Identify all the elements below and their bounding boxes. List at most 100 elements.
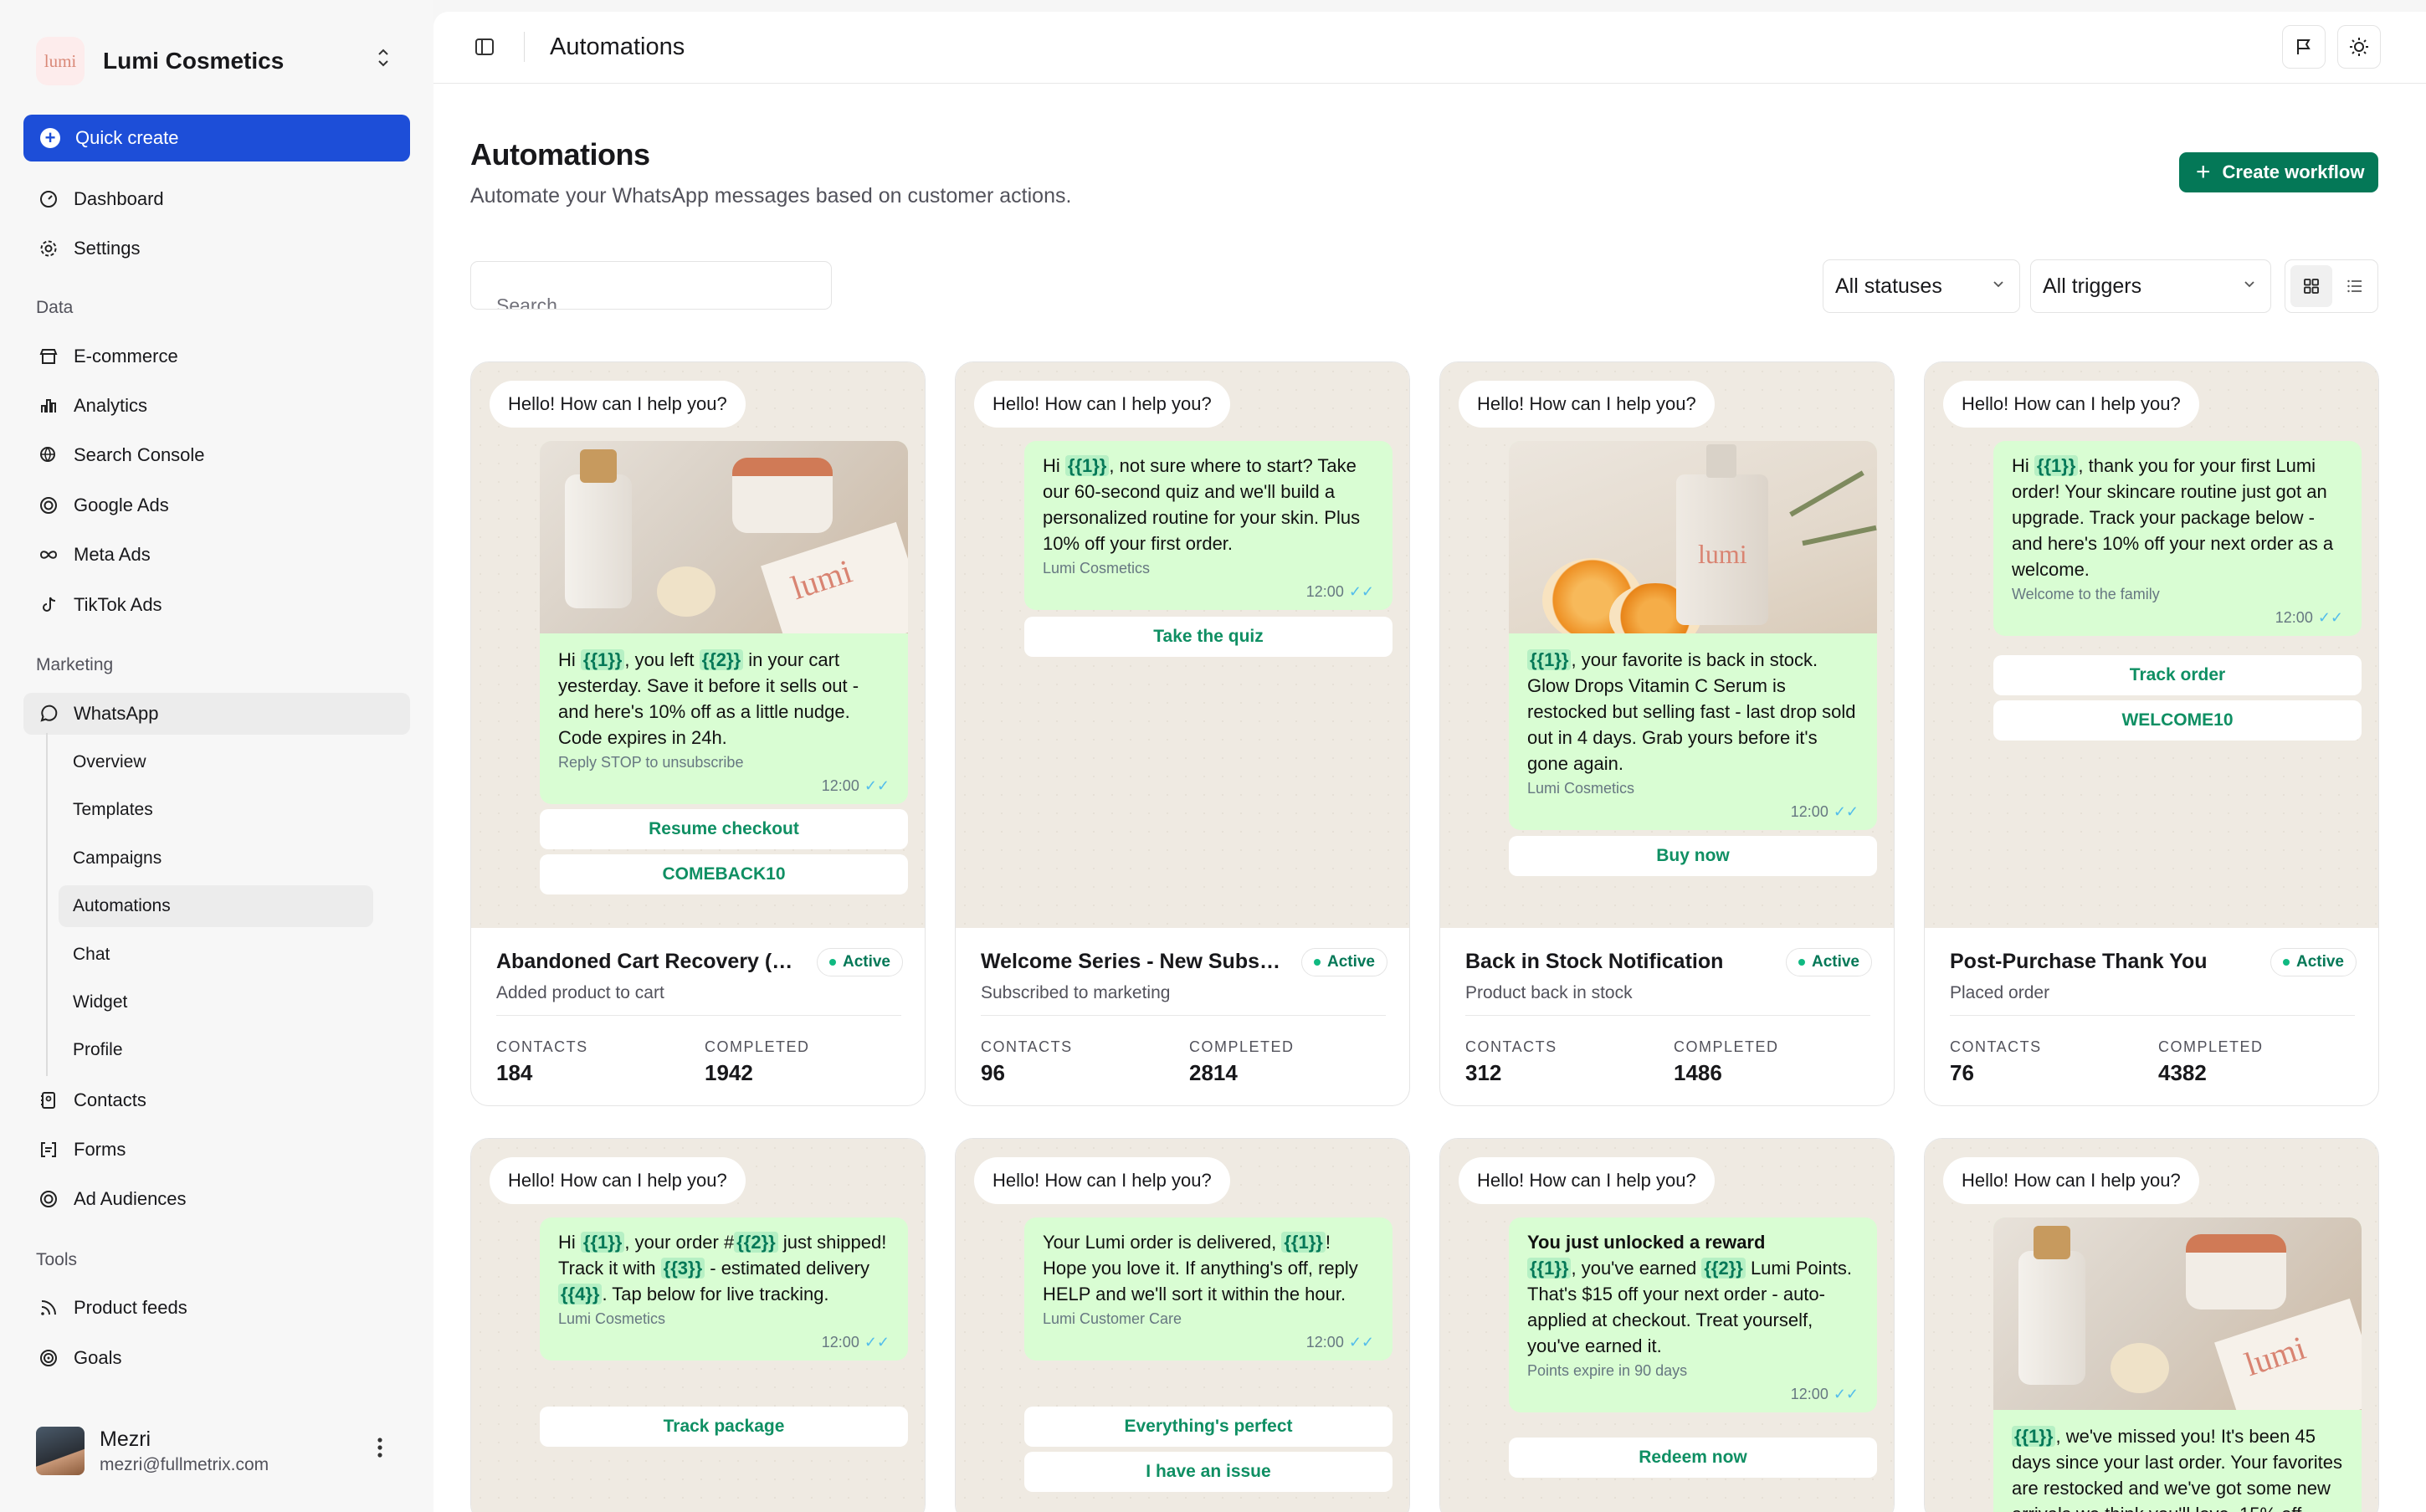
cta-button[interactable]: Redeem now bbox=[1509, 1438, 1877, 1478]
list-view-button[interactable] bbox=[2336, 265, 2374, 307]
card-title: Welcome Series - New Subsc... bbox=[981, 950, 1282, 973]
message-header: You just unlocked a reward bbox=[1527, 1232, 1766, 1253]
message-bubble: You just unlocked a reward {{1}}, you've… bbox=[1509, 1217, 1877, 1412]
status-filter-select[interactable]: All statuses bbox=[1823, 259, 2020, 313]
dashboard-icon bbox=[37, 187, 60, 211]
nav-analytics[interactable]: Analytics bbox=[23, 385, 410, 427]
music-note-icon bbox=[37, 593, 60, 617]
nav-label: Dashboard bbox=[74, 188, 164, 209]
message-text: {{1}}, your favorite is back in stock. G… bbox=[1527, 649, 1856, 774]
contacts-value: 76 bbox=[1950, 1060, 1974, 1085]
automation-card[interactable]: Hello! How can I help you? You just unlo… bbox=[1439, 1138, 1895, 1512]
cta-button[interactable]: Track package bbox=[540, 1407, 908, 1447]
subnav-chat[interactable]: Chat bbox=[59, 934, 373, 976]
coupon-button[interactable]: COMEBACK10 bbox=[540, 854, 908, 894]
brand-name: Lumi Cosmetics bbox=[103, 48, 285, 74]
automation-card[interactable]: Hello! How can I help you? lumi {{1}}, y… bbox=[1439, 361, 1895, 1106]
nav-label: WhatsApp bbox=[74, 703, 159, 724]
sidebar-toggle-icon[interactable] bbox=[474, 37, 495, 57]
nav-tiktok-ads[interactable]: TikTok Ads bbox=[23, 584, 410, 626]
feedback-button[interactable] bbox=[2282, 25, 2326, 69]
contacts-label: CONTACTS bbox=[496, 1038, 588, 1055]
nav-label: Analytics bbox=[74, 395, 148, 416]
message-footer: Lumi Customer Care bbox=[1043, 1310, 1182, 1327]
status-badge: Active bbox=[2270, 948, 2357, 976]
message-time: 12:00 ✓✓ bbox=[2275, 609, 2343, 626]
product-image: lumi bbox=[1993, 1217, 2362, 1410]
topbar-title: Automations bbox=[550, 33, 685, 60]
quick-create-button[interactable]: + Quick create bbox=[23, 115, 410, 161]
card-trigger: Product back in stock bbox=[1465, 983, 1633, 1002]
completed-label: COMPLETED bbox=[1189, 1038, 1295, 1055]
subnav-label: Automations bbox=[73, 896, 171, 915]
theme-toggle-button[interactable] bbox=[2337, 25, 2381, 69]
form-icon bbox=[37, 1138, 60, 1161]
automation-card[interactable]: Hello! How can I help you? Hi {{1}}, tha… bbox=[1924, 361, 2379, 1106]
cta-button[interactable]: Track order bbox=[1993, 655, 2362, 695]
top-bar: Automations bbox=[433, 12, 2426, 84]
cta-button[interactable]: Buy now bbox=[1509, 836, 1877, 876]
subnav-templates[interactable]: Templates bbox=[59, 789, 373, 831]
trigger-filter-select[interactable]: All triggers bbox=[2030, 259, 2271, 313]
nav-whatsapp[interactable]: WhatsApp bbox=[23, 693, 410, 735]
search-input[interactable]: Search... bbox=[470, 261, 832, 310]
nav-label: Google Ads bbox=[74, 495, 169, 515]
cta-button[interactable]: Take the quiz bbox=[1024, 617, 1393, 657]
automation-card[interactable]: Hello! How can I help you? Hi {{1}}, you… bbox=[470, 1138, 926, 1512]
chevron-down-icon bbox=[2244, 281, 2254, 288]
nav-dashboard[interactable]: Dashboard bbox=[23, 178, 410, 220]
status-badge: Active bbox=[1300, 948, 1387, 976]
card-title: Abandoned Cart Recovery (2... bbox=[496, 950, 798, 973]
grid-icon bbox=[2304, 279, 2319, 294]
message-text: Hi {{1}}, your order # {{2}} just shipped… bbox=[558, 1232, 887, 1304]
subnav-widget[interactable]: Widget bbox=[59, 982, 373, 1023]
coupon-button[interactable]: WELCOME10 bbox=[1993, 700, 2362, 741]
nav-goals[interactable]: Goals bbox=[23, 1337, 410, 1379]
grid-view-button[interactable] bbox=[2290, 265, 2332, 307]
subnav-automations[interactable]: Automations bbox=[59, 885, 373, 927]
message-text: Your Lumi order is delivered, {{1}}! Hop… bbox=[1043, 1232, 1358, 1304]
cta-button[interactable]: Resume checkout bbox=[540, 809, 908, 849]
nav-label: Ad Audiences bbox=[74, 1188, 187, 1209]
message-preview: Hello! How can I help you? You just unlo… bbox=[1440, 1139, 1894, 1512]
create-workflow-label: Create workflow bbox=[2222, 161, 2365, 182]
nav-forms[interactable]: Forms bbox=[23, 1129, 410, 1171]
create-workflow-button[interactable]: + Create workflow bbox=[2179, 152, 2378, 192]
sun-icon bbox=[2350, 38, 2368, 56]
subnav-overview[interactable]: Overview bbox=[59, 741, 373, 783]
nav-meta-ads[interactable]: Meta Ads bbox=[23, 534, 410, 576]
nav-product-feeds[interactable]: Product feeds bbox=[23, 1287, 410, 1329]
nav-google-ads[interactable]: Google Ads bbox=[23, 484, 410, 526]
subnav-label: Campaigns bbox=[73, 848, 162, 868]
automation-card[interactable]: Hello! How can I help you? Hi {{1}}, not… bbox=[955, 361, 1410, 1106]
cta-button[interactable]: Everything's perfect bbox=[1024, 1407, 1393, 1447]
contacts-label: CONTACTS bbox=[981, 1038, 1073, 1055]
automation-card[interactable]: Hello! How can I help you? lumi {{1}}, w… bbox=[1924, 1138, 2379, 1512]
message-text: Hi {{1}}, thank you for your first Lumi … bbox=[2012, 455, 2334, 580]
subnav-campaigns[interactable]: Campaigns bbox=[59, 838, 373, 879]
double-check-icon: ✓✓ bbox=[864, 777, 890, 794]
more-vertical-icon[interactable] bbox=[377, 1437, 383, 1463]
greeting-bubble: Hello! How can I help you? bbox=[1459, 381, 1715, 428]
nav-ecommerce[interactable]: E-commerce bbox=[23, 336, 410, 377]
cta-button[interactable]: I have an issue bbox=[1024, 1452, 1393, 1492]
submenu-guide bbox=[46, 733, 48, 1076]
message-footer: Points expire in 90 days bbox=[1527, 1362, 1688, 1379]
user-profile[interactable]: Mezri mezri@fullmetrix.com bbox=[36, 1427, 269, 1475]
section-marketing: Marketing bbox=[36, 655, 114, 674]
automation-card[interactable]: Hello! How can I help you? lumi Hi {{1}}… bbox=[470, 361, 926, 1106]
quick-create-label: Quick create bbox=[75, 127, 179, 148]
automation-card[interactable]: Hello! How can I help you? Your Lumi ord… bbox=[955, 1138, 1410, 1512]
nav-contacts[interactable]: Contacts bbox=[23, 1079, 410, 1121]
nav-label: Meta Ads bbox=[74, 544, 151, 565]
message-time: 12:00 ✓✓ bbox=[1790, 803, 1859, 820]
nav-settings[interactable]: Settings bbox=[23, 228, 410, 269]
chevron-up-down-icon[interactable] bbox=[377, 47, 390, 70]
brand-switcher[interactable]: lumi Lumi Cosmetics bbox=[36, 37, 284, 85]
subnav-profile[interactable]: Profile bbox=[59, 1029, 373, 1071]
user-email: mezri@fullmetrix.com bbox=[100, 1454, 269, 1474]
message-time: 12:00 ✓✓ bbox=[821, 1334, 890, 1351]
nav-ad-audiences[interactable]: Ad Audiences bbox=[23, 1178, 410, 1220]
status-badge: Active bbox=[816, 948, 903, 976]
nav-search-console[interactable]: Search Console bbox=[23, 434, 410, 476]
